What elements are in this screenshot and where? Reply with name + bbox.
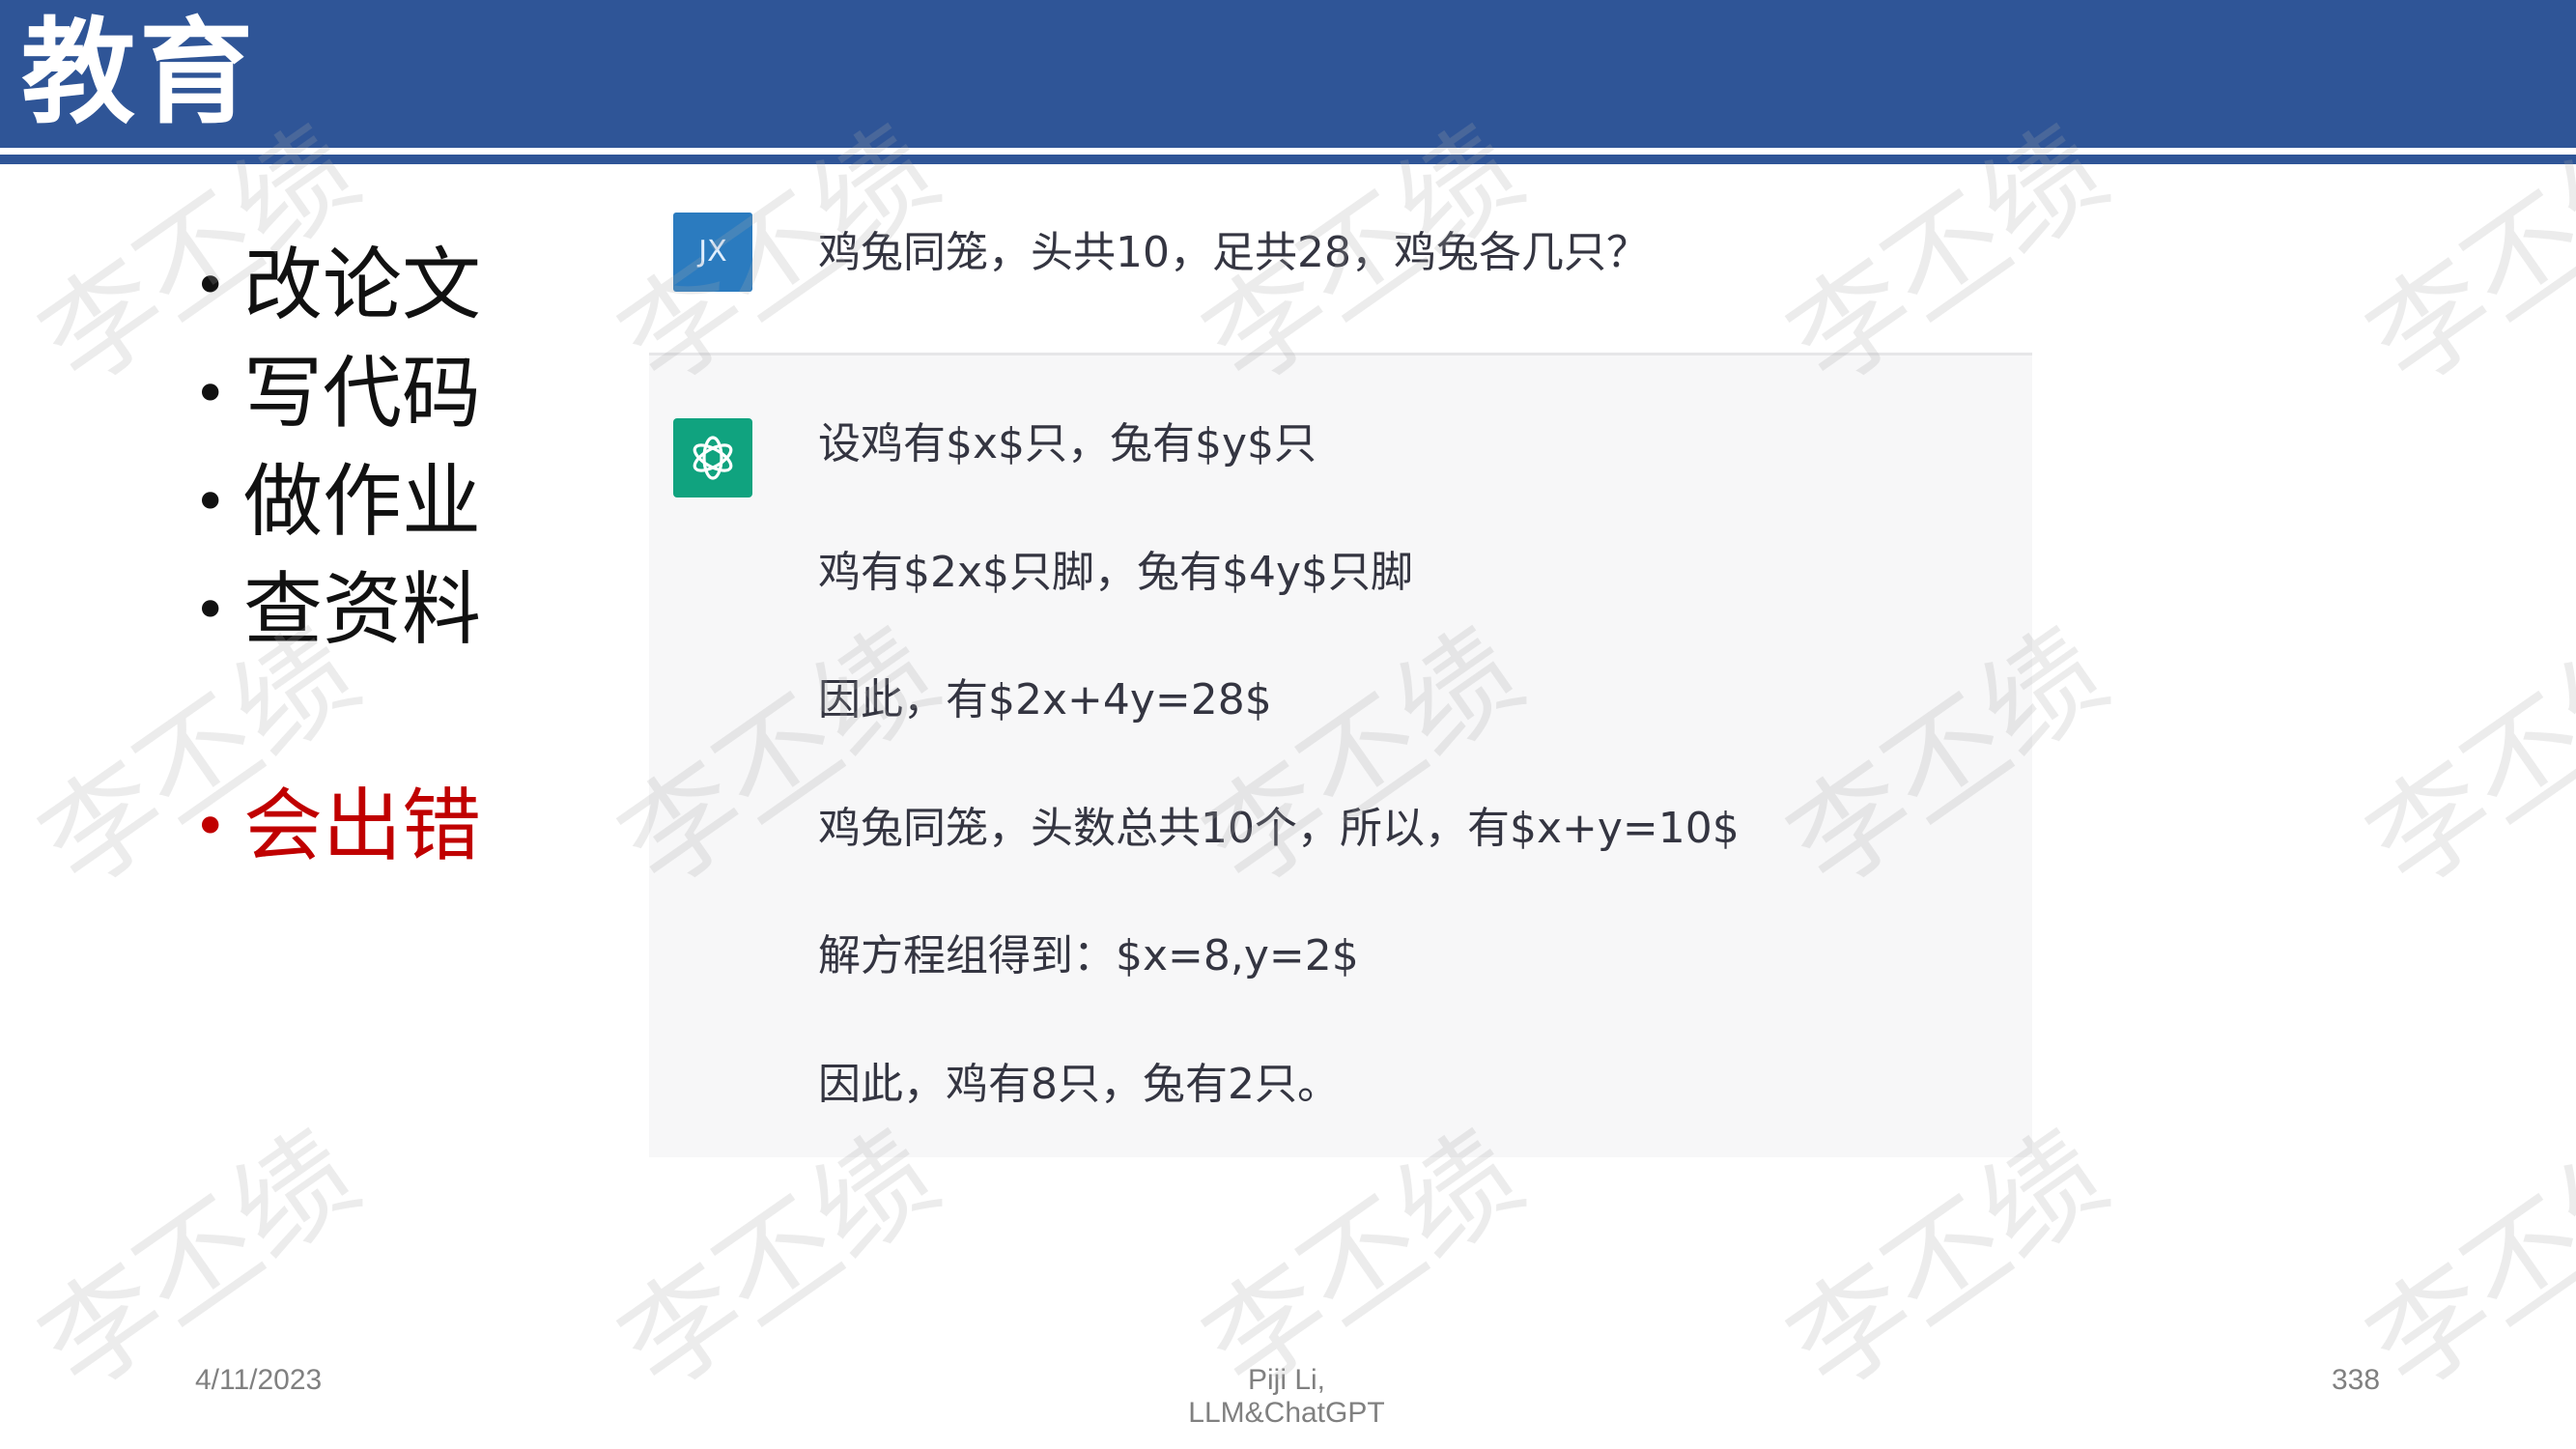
bullet-text-highlight: 会出错 <box>243 781 482 872</box>
bullet-dot: • <box>193 252 228 320</box>
chat-screenshot: JX 鸡兔同笼，头共10，足共28，鸡兔各几只？ 设鸡有$x$只，兔有$y$只 … <box>649 203 2032 1157</box>
bullet-list: • 改论文 • 写代码 • 做作业 • 查资料 • 会出错 <box>193 232 481 881</box>
watermark: 李丕绩 <box>2346 605 2576 915</box>
answer-line: 设鸡有$x$只，兔有$y$只 <box>818 419 1317 469</box>
bullet-item: • 查资料 <box>193 556 481 665</box>
page-number: 338 <box>2332 1364 2381 1396</box>
bullet-text: 查资料 <box>243 564 482 656</box>
bullet-dot: • <box>193 469 228 536</box>
answer-line: 解方程组得到：$x=8,y=2$ <box>818 931 1359 980</box>
bullet-dot: • <box>193 577 228 644</box>
bullet-item-highlight: • 会出错 <box>193 773 481 881</box>
bullet-item: • 做作业 <box>193 448 481 556</box>
bullet-text: 写代码 <box>243 348 482 440</box>
answer-line: 因此，有$2x+4y=28$ <box>818 675 1272 724</box>
bullet-text: 做作业 <box>243 456 482 548</box>
bullet-dot: • <box>193 360 228 428</box>
footer-date: 4/11/2023 <box>195 1364 323 1396</box>
user-avatar: JX <box>673 213 752 292</box>
openai-logo-icon <box>673 418 752 497</box>
bullet-item: • 改论文 <box>193 232 481 340</box>
answer-line: 鸡兔同笼，头数总共10个，所以，有$x+y=10$ <box>818 804 1740 853</box>
title-divider <box>0 155 2576 164</box>
bullet-text: 改论文 <box>243 240 482 331</box>
answer-line: 因此，鸡有8只，兔有2只。 <box>818 1060 1340 1109</box>
assistant-message: 设鸡有$x$只，兔有$y$只 鸡有$2x$只脚，兔有$4y$只脚 因此，有$2x… <box>649 355 2032 1157</box>
page-title: 教育 <box>21 6 258 139</box>
bullet-item: • 写代码 <box>193 340 481 448</box>
footer-author: Piji Li, LLM&ChatGPT <box>1188 1364 1385 1429</box>
user-message: JX 鸡兔同笼，头共10，足共28，鸡兔各几只？ <box>649 203 2032 353</box>
answer-line: 鸡有$2x$只脚，兔有$4y$只脚 <box>818 548 1414 597</box>
bullet-dot: • <box>193 793 228 861</box>
title-bar: 教育 <box>0 0 2576 148</box>
watermark: 李丕绩 <box>18 1107 381 1417</box>
user-question-text: 鸡兔同笼，头共10，足共28，鸡兔各几只？ <box>818 228 1649 277</box>
